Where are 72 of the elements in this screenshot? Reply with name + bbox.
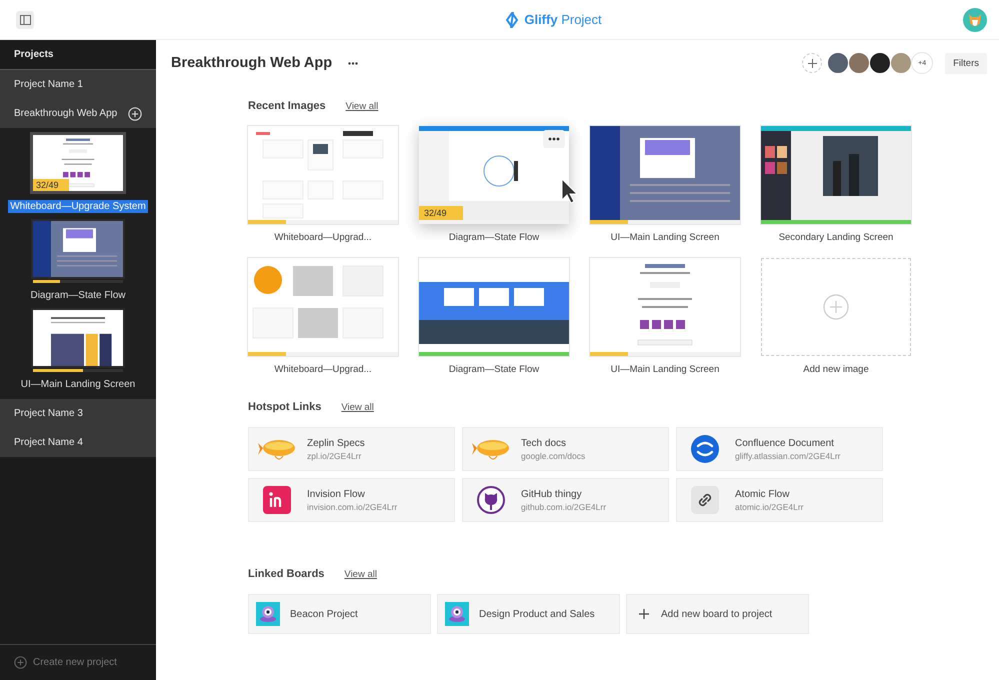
sidebar-toggle-button[interactable] <box>16 10 34 28</box>
board-name: Beacon Project <box>290 608 358 620</box>
linked-board-card[interactable]: Beacon Project <box>248 594 431 634</box>
link-url: invision.com.io/2GE4Lrr <box>307 502 398 512</box>
project-item[interactable]: Project Name 3 <box>0 399 156 428</box>
view-all-link[interactable]: View all <box>346 101 378 112</box>
project-item[interactable]: Project Name 1 <box>0 70 156 99</box>
hotspot-link-card[interactable]: Atomic Flow atomic.io/2GE4Lrr <box>676 478 883 522</box>
more-icon <box>548 137 560 141</box>
link-url: google.com/docs <box>521 450 586 460</box>
cursor-icon <box>561 178 579 204</box>
member-avatar[interactable] <box>827 52 850 74</box>
hotspot-link-card[interactable]: Confluence Document gliffy.atlassian.com/2GE4Lrr <box>676 427 883 471</box>
section-title: Linked Boards <box>248 568 324 580</box>
add-board-button[interactable]: Add new board to project <box>626 594 809 634</box>
plus-icon <box>808 58 817 68</box>
page-count-badge: 32/49 <box>33 179 69 191</box>
project-item[interactable]: Breakthrough Web App <box>0 99 156 128</box>
link-name: Tech docs <box>521 438 568 448</box>
link-icon <box>691 486 719 514</box>
link-name: Invision Flow <box>307 488 366 500</box>
image-label: Whiteboard—Upgrad... <box>274 232 372 243</box>
image-label: UI—Main Landing Screen <box>610 364 720 375</box>
add-member-button[interactable] <box>802 53 822 73</box>
link-name: Confluence Document <box>735 438 835 448</box>
image-thumbnail[interactable]: 32/49 <box>30 132 126 194</box>
board-title: Breakthrough Web App <box>171 55 332 71</box>
logo-icon <box>505 12 520 28</box>
add-icon[interactable] <box>128 106 142 120</box>
image-label: Diagram—State Flow <box>448 232 540 243</box>
more-button[interactable] <box>346 60 360 66</box>
link-url: atomic.io/2GE4Lrr <box>735 502 804 512</box>
member-avatar[interactable] <box>869 52 892 74</box>
link-name: Atomic Flow <box>735 488 790 500</box>
page-count-badge: 32/49 <box>419 206 463 220</box>
view-all-link[interactable]: View all <box>341 402 374 413</box>
linked-board-card[interactable]: Design Product and Sales <box>437 594 620 634</box>
image-label[interactable]: UI—Main Landing Screen <box>18 378 138 391</box>
image-label: UI—Main Landing Screen <box>610 232 720 243</box>
panel-icon <box>20 14 30 24</box>
view-all-link[interactable]: View all <box>344 569 377 580</box>
cat-icon <box>477 486 505 514</box>
image-label[interactable]: Whiteboard—Upgrade System <box>8 200 148 213</box>
plus-icon <box>639 609 649 619</box>
section-title: Hotspot Links <box>248 401 322 413</box>
image-label: Secondary Landing Screen <box>778 232 894 243</box>
robot-icon <box>256 602 280 626</box>
link-url: gliffy.atlassian.com/2GE4Lrr <box>735 450 841 460</box>
link-url: github.com.io/2GE4Lrr <box>521 502 606 512</box>
hotspot-link-card[interactable]: GitHub thingy github.com.io/2GE4Lrr <box>462 478 669 522</box>
hotspot-link-card[interactable]: Invision Flow invision.com.io/2GE4Lrr <box>248 478 455 522</box>
project-item[interactable]: Project Name 4 <box>0 428 156 457</box>
image-label: Diagram—State Flow <box>448 364 540 375</box>
link-name: GitHub thingy <box>521 488 583 500</box>
image-label: Whiteboard—Upgrad... <box>274 364 372 375</box>
board-name: Design Product and Sales <box>479 608 595 620</box>
filters-button[interactable]: Filters <box>945 52 987 74</box>
confluence-icon <box>691 435 719 463</box>
robot-icon <box>445 602 469 626</box>
invision-icon <box>263 486 291 514</box>
link-url: zpl.io/2GE4Lrr <box>307 450 362 460</box>
image-label: Add new image <box>803 364 869 375</box>
hotspot-link-card[interactable]: Tech docs google.com/docs <box>462 427 669 471</box>
more-icon <box>348 62 358 64</box>
plus-icon <box>823 294 849 320</box>
hotspot-link-card[interactable]: Zeplin Specs zpl.io/2GE4Lrr <box>248 427 455 471</box>
image-label[interactable]: Diagram—State Flow <box>28 289 128 302</box>
link-name: Zeplin Specs <box>307 438 365 448</box>
section-title: Recent Images <box>248 100 326 112</box>
add-icon <box>14 656 27 669</box>
app-title: Gliffy Project <box>524 12 602 27</box>
more-button[interactable] <box>543 130 565 148</box>
